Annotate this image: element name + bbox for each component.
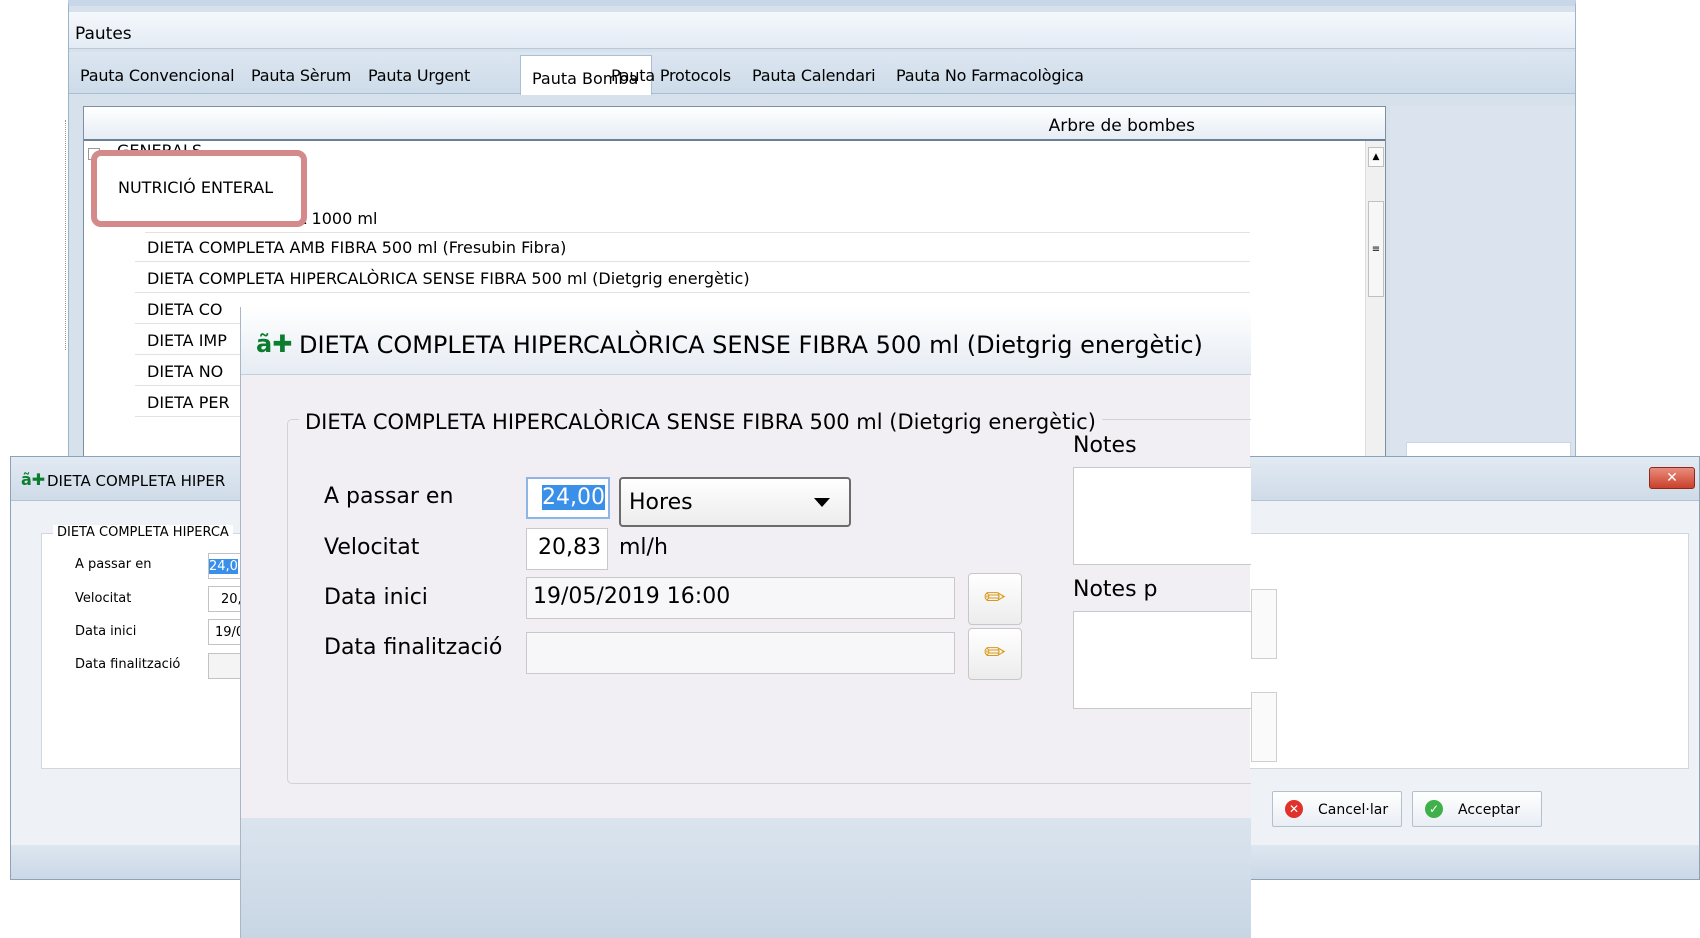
tree-item-label: DIETA COMPLETA HIPERCALÒRICA SENSE FIBRA… — [147, 269, 750, 288]
app-icon: ã✚ — [256, 330, 293, 358]
tree-item-label: DIETA IMP — [147, 331, 227, 350]
passar-input[interactable]: 24,00 — [526, 477, 610, 519]
tree-scrollbar[interactable]: ▲ ≡ — [1365, 141, 1385, 467]
label-velocitat: Velocitat — [324, 535, 420, 560]
pencil-icon: ✏ — [984, 583, 1006, 613]
back-passar-value: 24,0 — [209, 559, 238, 574]
notes-p-label: Notes p — [1073, 577, 1158, 602]
close-icon[interactable]: ✕ — [1649, 467, 1695, 489]
notes-scrollbar[interactable] — [1251, 589, 1277, 659]
tab-pauta-no-farmacologica[interactable]: Pauta No Farmacològica — [896, 66, 1084, 85]
notes-p-textarea[interactable] — [1073, 611, 1251, 709]
edit-data-inici-button[interactable]: ✏ — [968, 573, 1022, 625]
notes-label: Notes — [1073, 433, 1137, 458]
window-title: Pautes — [69, 12, 1575, 49]
tab-bar: Pauta Convencional Pauta Sèrum Pauta Urg… — [69, 52, 1575, 95]
cancel-button[interactable]: ✕ Cancel·lar — [1272, 791, 1402, 827]
tree-item-label: DIETA PER — [147, 393, 230, 412]
scroll-up-icon[interactable]: ▲ — [1368, 147, 1384, 167]
label-a-passar-en: A passar en — [324, 484, 454, 509]
label-a-passar-en: A passar en — [75, 557, 152, 572]
label-data-inici: Data inici — [75, 624, 137, 639]
check-icon: ✓ — [1425, 800, 1443, 818]
passar-value: 24,00 — [542, 485, 605, 510]
front-dialog-footer — [241, 818, 1251, 938]
edit-data-fi-button[interactable]: ✏ — [968, 628, 1022, 680]
chevron-down-icon[interactable] — [814, 498, 830, 507]
scroll-thumb[interactable]: ≡ — [1368, 201, 1384, 297]
velocitat-input[interactable]: 20,83 — [526, 528, 608, 570]
tree-node-nutricio-enteral[interactable]: NUTRICIÓ ENTERAL — [118, 178, 273, 197]
front-dialog: DIETA COMPLETA HIPERCALÒRICA SENSE FIBRA… — [240, 307, 1251, 938]
velocitat-unit: ml/h — [619, 535, 668, 560]
app-icon: ã✚ — [21, 470, 46, 489]
tab-pauta-serum[interactable]: Pauta Sèrum — [251, 66, 351, 85]
front-dialog-title: DIETA COMPLETA HIPERCALÒRICA SENSE FIBRA… — [241, 307, 1251, 375]
tree-item-label: DIETA COMPLETA AMB FIBRA 500 ml (Fresubi… — [147, 238, 567, 257]
tree-item-label: DIETA NO — [147, 362, 224, 381]
notes-p-scrollbar[interactable] — [1251, 692, 1277, 762]
tab-pauta-convencional[interactable]: Pauta Convencional — [80, 66, 235, 85]
accept-button[interactable]: ✓ Acceptar — [1412, 791, 1542, 827]
pencil-icon: ✏ — [984, 638, 1006, 668]
front-group-title: DIETA COMPLETA HIPERCALÒRICA SENSE FIBRA… — [299, 410, 1102, 434]
label-data-finalitzacio: Data finalització — [324, 635, 503, 660]
tree-item-label: DIETA CO — [147, 300, 223, 319]
back-group-title: DIETA COMPLETA HIPERCA — [53, 525, 233, 540]
label-data-finalitzacio: Data finalització — [75, 657, 181, 672]
cancel-icon: ✕ — [1285, 800, 1303, 818]
cancel-label: Cancel·lar — [1318, 802, 1389, 818]
right-side-panel — [1390, 106, 1575, 466]
tree-connector — [65, 120, 66, 350]
tree-item[interactable]: DIETA COMPLETA AMB FIBRA 500 ml (Fresubi… — [135, 229, 1250, 262]
label-data-inici: Data inici — [324, 585, 428, 610]
tab-pauta-protocols[interactable]: Pauta Protocols — [611, 66, 731, 85]
tab-pauta-urgent[interactable]: Pauta Urgent — [368, 66, 470, 85]
tree-item[interactable]: DIETA COMPLETA HIPERCALÒRICA SENSE FIBRA… — [135, 260, 1250, 293]
data-finalitzacio-field[interactable] — [526, 632, 955, 674]
tab-pauta-calendari[interactable]: Pauta Calendari — [752, 66, 876, 85]
notes-textarea[interactable] — [1073, 467, 1251, 565]
label-velocitat: Velocitat — [75, 591, 132, 606]
tree-header: Arbre de bombes — [84, 107, 1385, 141]
data-inici-field[interactable]: 19/05/2019 16:00 — [526, 577, 955, 619]
accept-label: Acceptar — [1458, 802, 1521, 818]
